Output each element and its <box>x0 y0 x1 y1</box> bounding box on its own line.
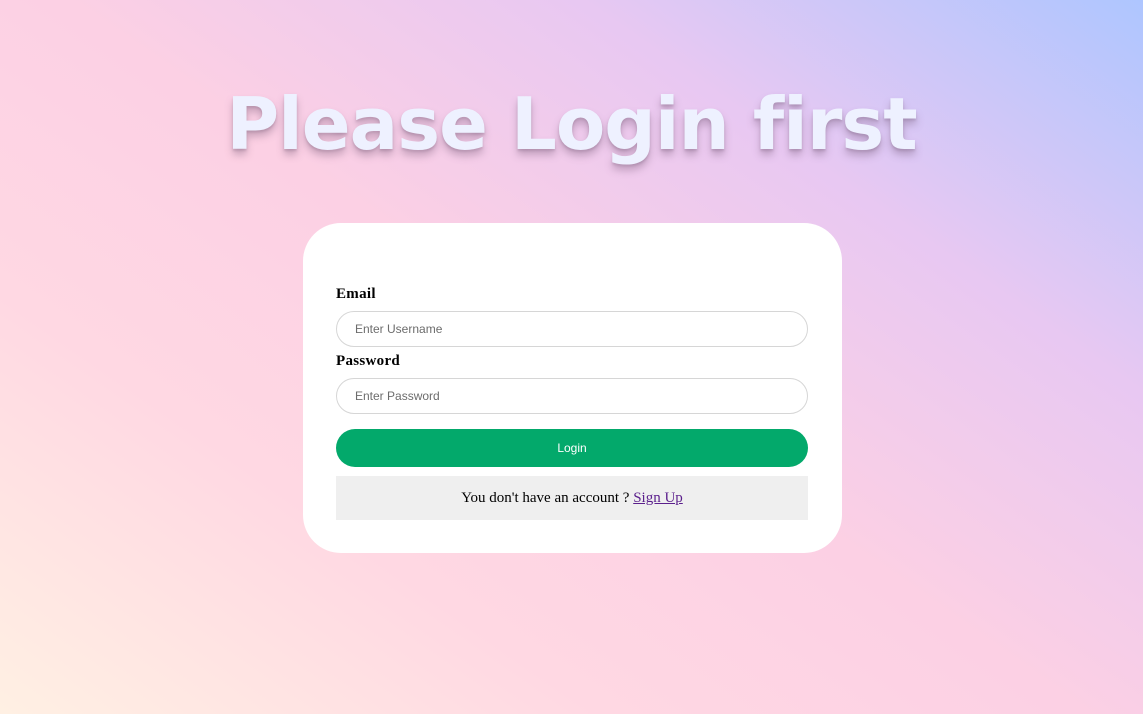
password-field[interactable] <box>336 378 808 414</box>
email-field[interactable] <box>336 311 808 347</box>
password-label: Password <box>336 353 401 369</box>
signup-link[interactable]: Sign Up <box>633 490 683 506</box>
login-card: Email Password Login You don't have an a… <box>303 223 842 553</box>
signup-box: You don't have an account ? Sign Up <box>336 476 808 520</box>
email-label: Email <box>336 286 376 302</box>
login-button[interactable]: Login <box>336 429 808 467</box>
page-title: Please Login first <box>226 82 917 166</box>
signup-prompt: You don't have an account ? <box>461 490 630 506</box>
